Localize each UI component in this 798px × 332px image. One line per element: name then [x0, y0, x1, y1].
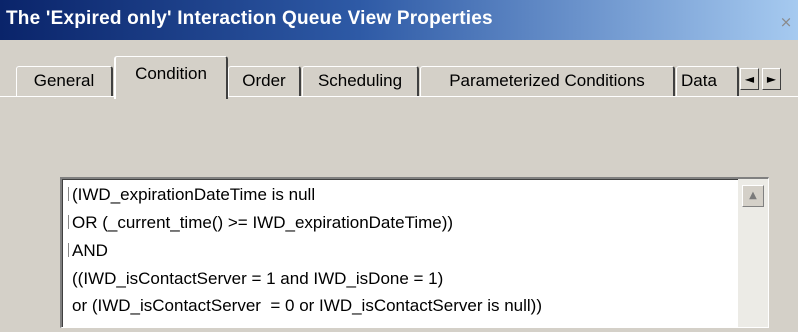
tab-scroll-left-icon[interactable]: ◄ — [740, 68, 759, 90]
condition-line-4: ((IWD_isContactServer = 1 and IWD_isDone… — [72, 269, 444, 288]
tab-strip: General Condition Order Scheduling Param… — [0, 56, 798, 99]
line-marker — [68, 187, 69, 201]
tab-general[interactable]: General — [16, 66, 113, 97]
close-icon[interactable]: × — [778, 14, 794, 30]
line-marker — [68, 243, 69, 257]
tab-parameterized-conditions[interactable]: Parameterized Conditions — [420, 66, 675, 97]
tab-order[interactable]: Order — [228, 66, 301, 97]
condition-line-3: AND — [72, 241, 108, 260]
condition-editor[interactable]: (IWD_expirationDateTime is null OR (_cur… — [60, 177, 769, 328]
tab-scroll-right-icon[interactable]: ► — [762, 68, 781, 90]
condition-line-5: or (IWD_isContactServer = 0 or IWD_isCon… — [72, 296, 542, 315]
tab-data[interactable]: Data — [676, 66, 739, 97]
vertical-scrollbar[interactable]: ▲ — [738, 179, 768, 327]
tab-condition[interactable]: Condition — [114, 56, 228, 99]
condition-line-1: (IWD_expirationDateTime is null — [72, 185, 316, 204]
scroll-up-icon[interactable]: ▲ — [742, 185, 764, 207]
dialog-title: The 'Expired only' Interaction Queue Vie… — [6, 8, 493, 29]
line-marker — [68, 215, 69, 229]
condition-line-2: OR (_current_time() >= IWD_expirationDat… — [72, 213, 454, 232]
dialog-title-bar[interactable]: The 'Expired only' Interaction Queue Vie… — [0, 0, 798, 40]
tab-scheduling[interactable]: Scheduling — [302, 66, 419, 97]
